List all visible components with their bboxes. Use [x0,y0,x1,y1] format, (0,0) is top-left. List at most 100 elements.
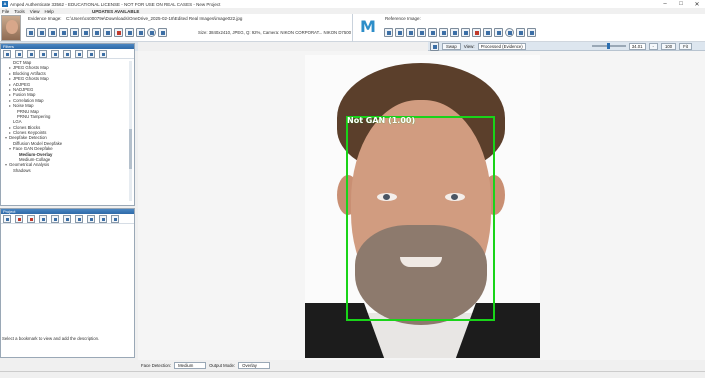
filter-tool-3-icon[interactable] [27,50,35,58]
checkbox-icon[interactable] [527,28,536,37]
ref-next-icon[interactable] [406,28,415,37]
expand-icon[interactable] [39,50,47,58]
updates-available-link[interactable]: UPDATES AVAILABLE [92,9,139,14]
evidence-thumbnail[interactable] [1,15,21,41]
project-tool-2-icon[interactable] [15,215,23,223]
filter-tool-2-icon[interactable] [15,50,23,58]
face-detection-label: Face Detection: [141,362,172,368]
next-file-icon[interactable] [48,28,57,37]
scrollbar-thumb[interactable] [129,129,132,169]
view-tool-icons [430,41,439,51]
project-tool-4-icon[interactable] [39,215,47,223]
filter-tree-label: DCT Map [13,60,32,65]
evidence-label: Evidence Image: [28,16,62,21]
reference-label: Reference Image: [385,16,421,21]
swap-button[interactable]: Swap [442,42,461,50]
filter-tree-label: Medium-Collage [19,157,51,163]
detection-class: Not GAN [347,116,386,125]
zoom-slider[interactable] [591,43,626,49]
close-button[interactable]: ✕ [689,1,705,8]
ref-document-icon[interactable] [428,28,437,37]
zoom-out-button[interactable]: - [648,42,658,50]
filter-tree-label: NADJPEG [13,86,34,92]
ref-gear-icon[interactable] [494,28,503,37]
ref-folder-add-icon[interactable] [461,28,470,37]
folder-add-icon[interactable] [103,28,112,37]
project-tool-9-icon[interactable] [99,215,107,223]
filter-tree-label: LGA [13,119,22,125]
ref-copy-icon[interactable] [450,28,459,37]
project-tool-3-icon[interactable] [27,215,35,223]
filter-tool-4-icon[interactable] [63,50,71,58]
filter-tree-label: Deepfake Detection [9,135,47,141]
filter-tree-label: JPEG Ghosts Map [13,76,49,82]
minimize-button[interactable]: – [657,1,673,8]
filter-tool-6-icon[interactable] [87,50,95,58]
filter-refresh-icon[interactable] [99,50,107,58]
export-icon[interactable] [125,28,134,37]
evidence-toolbar-icons [26,28,167,37]
save-icon[interactable] [59,28,68,37]
status-bar: Face Detection: Medium Output Mode: Over… [138,360,705,370]
refresh-icon[interactable] [147,28,156,37]
amped-logo: M [360,17,376,36]
window-controls: – □ ✕ [657,1,705,8]
filters-panel: Filters DCT Map ▸ JPEG Ghosts Map ▸ Blocking… [0,43,135,206]
zoom-100-button[interactable]: 100 [660,42,677,50]
output-mode-select[interactable]: Overlay [238,361,271,369]
filter-tree-label: Diffusion Model Deepfake [13,140,63,146]
camera-icon[interactable] [158,28,167,37]
filter-tree-label: Clones Blocks [13,124,41,130]
copy-icon[interactable] [92,28,101,37]
filter-tool-1-icon[interactable] [3,50,11,58]
face-detection-select[interactable]: Medium [174,361,207,369]
ref-prev-icon[interactable] [395,28,404,37]
image-icon[interactable] [430,41,439,51]
bottom-strip [0,371,705,378]
ref-document-list-icon[interactable] [439,28,448,37]
reference-toolbar-icons [384,28,536,37]
ref-save-icon[interactable] [417,28,426,37]
filter-tree-label: Fusion Map [13,92,36,98]
view-label: View: [463,43,475,49]
maximize-button[interactable]: □ [673,1,689,8]
filter-tree-label: Correlation Map [13,97,44,103]
filter-tree-label: Face GAN Deepfake [13,146,53,152]
filters-scrollbar[interactable] [129,61,132,201]
filter-tree-label: PRNU Tampering [17,113,51,119]
ref-refresh-icon[interactable] [505,28,514,37]
filter-tree-label: JPEG Ghosts Map [13,65,49,71]
filter-tree-label: Shadows [13,167,31,173]
evidence-path: C:\Users\cs00079e\Downloads\OneDrive_202… [66,16,243,21]
filter-tree-label: Noise Map [13,103,34,109]
open-folder-icon[interactable] [26,28,35,37]
zoom-slider-knob[interactable] [606,43,610,49]
project-tool-5-icon[interactable] [51,215,59,223]
gear-icon[interactable] [136,28,145,37]
document-list-icon[interactable] [81,28,90,37]
project-tool-7-icon[interactable] [75,215,83,223]
collapse-icon[interactable] [51,50,59,58]
bookmark-icon[interactable] [114,28,123,37]
zoom-fit-button[interactable]: Fit [679,42,692,50]
project-toolbar [1,214,134,224]
view-select[interactable]: Processed (Evidence) [477,42,526,50]
zoom-value[interactable]: 34.01 [628,42,646,50]
detection-score: (1.00) [388,116,416,125]
project-tool-8-icon[interactable] [87,215,95,223]
document-icon[interactable] [70,28,79,37]
filter-tool-5-icon[interactable] [75,50,83,58]
project-tool-10-icon[interactable] [111,215,119,223]
filter-tree-label: PRNU Map [17,108,39,114]
filter-tree-item[interactable]: Shadows [1,168,134,173]
ref-bookmark-icon[interactable] [472,28,481,37]
title-bar: A Amped Authenticate 33562 - EDUCATIONAL… [0,0,705,8]
app-icon: A [2,1,8,7]
project-tool-1-icon[interactable] [3,215,11,223]
ref-open-icon[interactable] [384,28,393,37]
ref-camera-icon[interactable] [516,28,525,37]
prev-file-icon[interactable] [37,28,46,37]
ref-export-icon[interactable] [483,28,492,37]
project-tool-6-icon[interactable] [63,215,71,223]
toolbar-divider [352,14,353,42]
